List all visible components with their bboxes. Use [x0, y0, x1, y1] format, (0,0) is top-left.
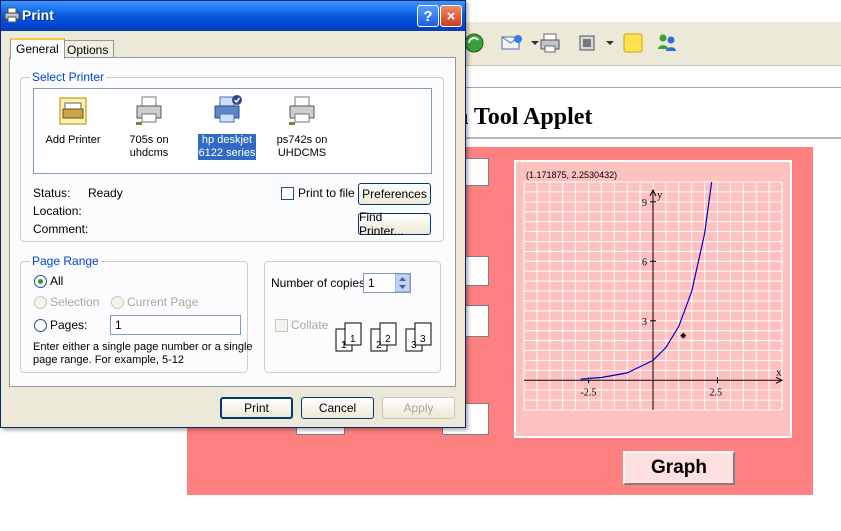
printer-name-line2: UHDCMS	[277, 147, 327, 159]
page-hint-line2: page range. For example, 5-12	[33, 354, 185, 366]
mail-icon[interactable]	[500, 31, 524, 55]
messenger-icon[interactable]	[655, 31, 679, 55]
printer-name-line2: 6122 series	[198, 147, 256, 159]
printer-item-add[interactable]: Add Printer	[40, 95, 106, 147]
preferences-button[interactable]: Preferences	[358, 183, 431, 205]
printer-name-line1: hp deskjet	[201, 134, 253, 146]
edit-icon[interactable]	[575, 31, 599, 55]
network-printer-icon	[289, 96, 315, 125]
y-tick-label: 9	[642, 198, 647, 209]
printer-name: hp deskjet 6122 series	[197, 134, 257, 160]
comment-label: Comment:	[33, 222, 89, 236]
collate-page-label: 2	[376, 340, 382, 351]
help-button[interactable]: ?	[417, 5, 439, 27]
print-icon[interactable]	[538, 31, 562, 55]
all-pages-radio[interactable]	[34, 275, 47, 288]
copies-spinner-icon[interactable]	[395, 274, 410, 292]
graph-button[interactable]: Graph	[623, 451, 735, 485]
function-graph[interactable]: x y -2.5 2.5 3 6 9 (1.171875, 2.2530432)	[516, 162, 790, 436]
x-tick-label: 2.5	[710, 387, 723, 398]
location-label: Location:	[33, 204, 82, 218]
collate-illustration-icon: 1 1 2 2 3 3	[335, 322, 432, 352]
dialog-title: Print	[22, 7, 54, 23]
cancel-button[interactable]: Cancel	[301, 397, 374, 419]
status-label: Status:	[33, 186, 71, 200]
printer-list[interactable]: Add Printer 705s on uhdcms hp deskjet 6122…	[33, 88, 432, 174]
printer-name: Add Printer	[45, 134, 101, 146]
printer-name: ps742s on UHDCMS	[276, 134, 329, 160]
point-marker	[680, 332, 687, 339]
collate-page-label: 1	[350, 334, 356, 345]
print-to-file-checkbox[interactable]	[281, 187, 294, 200]
coordinate-readout: (1.171875, 2.2530432)	[526, 170, 617, 180]
print-to-file-label[interactable]: Print to file	[298, 186, 355, 200]
default-printer-icon	[214, 95, 242, 123]
all-pages-label[interactable]: All	[50, 274, 63, 288]
collate-page-label: 3	[420, 334, 426, 345]
collate-label[interactable]: Collate	[291, 318, 328, 332]
selection-radio[interactable]	[34, 296, 47, 309]
printer-item-ps742s[interactable]: ps742s on UHDCMS	[269, 95, 335, 160]
printer-title-icon	[4, 7, 20, 23]
collate-page-label: 1	[341, 340, 347, 351]
sticky-note-icon[interactable]	[621, 31, 645, 55]
close-button[interactable]: ×	[440, 5, 462, 27]
printer-item-705s[interactable]: 705s on uhdcms	[116, 95, 182, 160]
printer-name-line1: 705s on	[129, 134, 169, 146]
y-axis-label: y	[657, 189, 663, 201]
current-page-radio[interactable]	[111, 296, 124, 309]
page-hint-line1: Enter either a single page number or a s…	[33, 341, 253, 353]
edit-dropdown-icon[interactable]	[598, 31, 622, 55]
graph-panel[interactable]: x y -2.5 2.5 3 6 9 (1.171875, 2.2530432)	[514, 160, 792, 438]
selection-label[interactable]: Selection	[50, 295, 99, 309]
x-axis-label: x	[776, 366, 782, 378]
title-divider	[460, 137, 841, 139]
y-tick-label: 3	[642, 317, 647, 328]
y-tick-label: 6	[642, 257, 647, 268]
collate-page-label: 3	[411, 340, 417, 351]
print-dialog: Print ? × General Options Select Printer…	[0, 0, 466, 428]
printer-name-line2: uhdcms	[129, 147, 169, 159]
pages-input[interactable]: 1	[110, 315, 241, 335]
add-printer-icon	[59, 97, 87, 125]
current-page-label[interactable]: Current Page	[127, 295, 198, 309]
pages-label[interactable]: Pages:	[50, 318, 87, 332]
printer-name: 705s on uhdcms	[128, 134, 169, 160]
collate-checkbox[interactable]	[275, 319, 288, 332]
tab-general[interactable]: General	[10, 38, 65, 59]
find-printer-button[interactable]: Find Printer...	[358, 210, 431, 238]
applet-title: n Tool Applet	[455, 104, 593, 130]
print-button[interactable]: Print	[220, 397, 293, 419]
pages-radio[interactable]	[34, 319, 47, 332]
collate-page-label: 2	[385, 334, 391, 345]
copies-label: Number of copies:	[271, 276, 369, 290]
apply-button[interactable]: Apply	[382, 397, 455, 419]
select-printer-label: Select Printer	[30, 70, 107, 84]
printer-name-line1: ps742s on	[276, 134, 328, 146]
printer-item-hp-deskjet[interactable]: hp deskjet 6122 series	[194, 95, 260, 160]
page-range-label: Page Range	[30, 254, 101, 268]
status-value: Ready	[88, 186, 123, 200]
network-printer-icon	[136, 96, 162, 125]
x-tick-label: -2.5	[581, 387, 597, 398]
dialog-titlebar[interactable]: Print ? ×	[1, 1, 465, 31]
